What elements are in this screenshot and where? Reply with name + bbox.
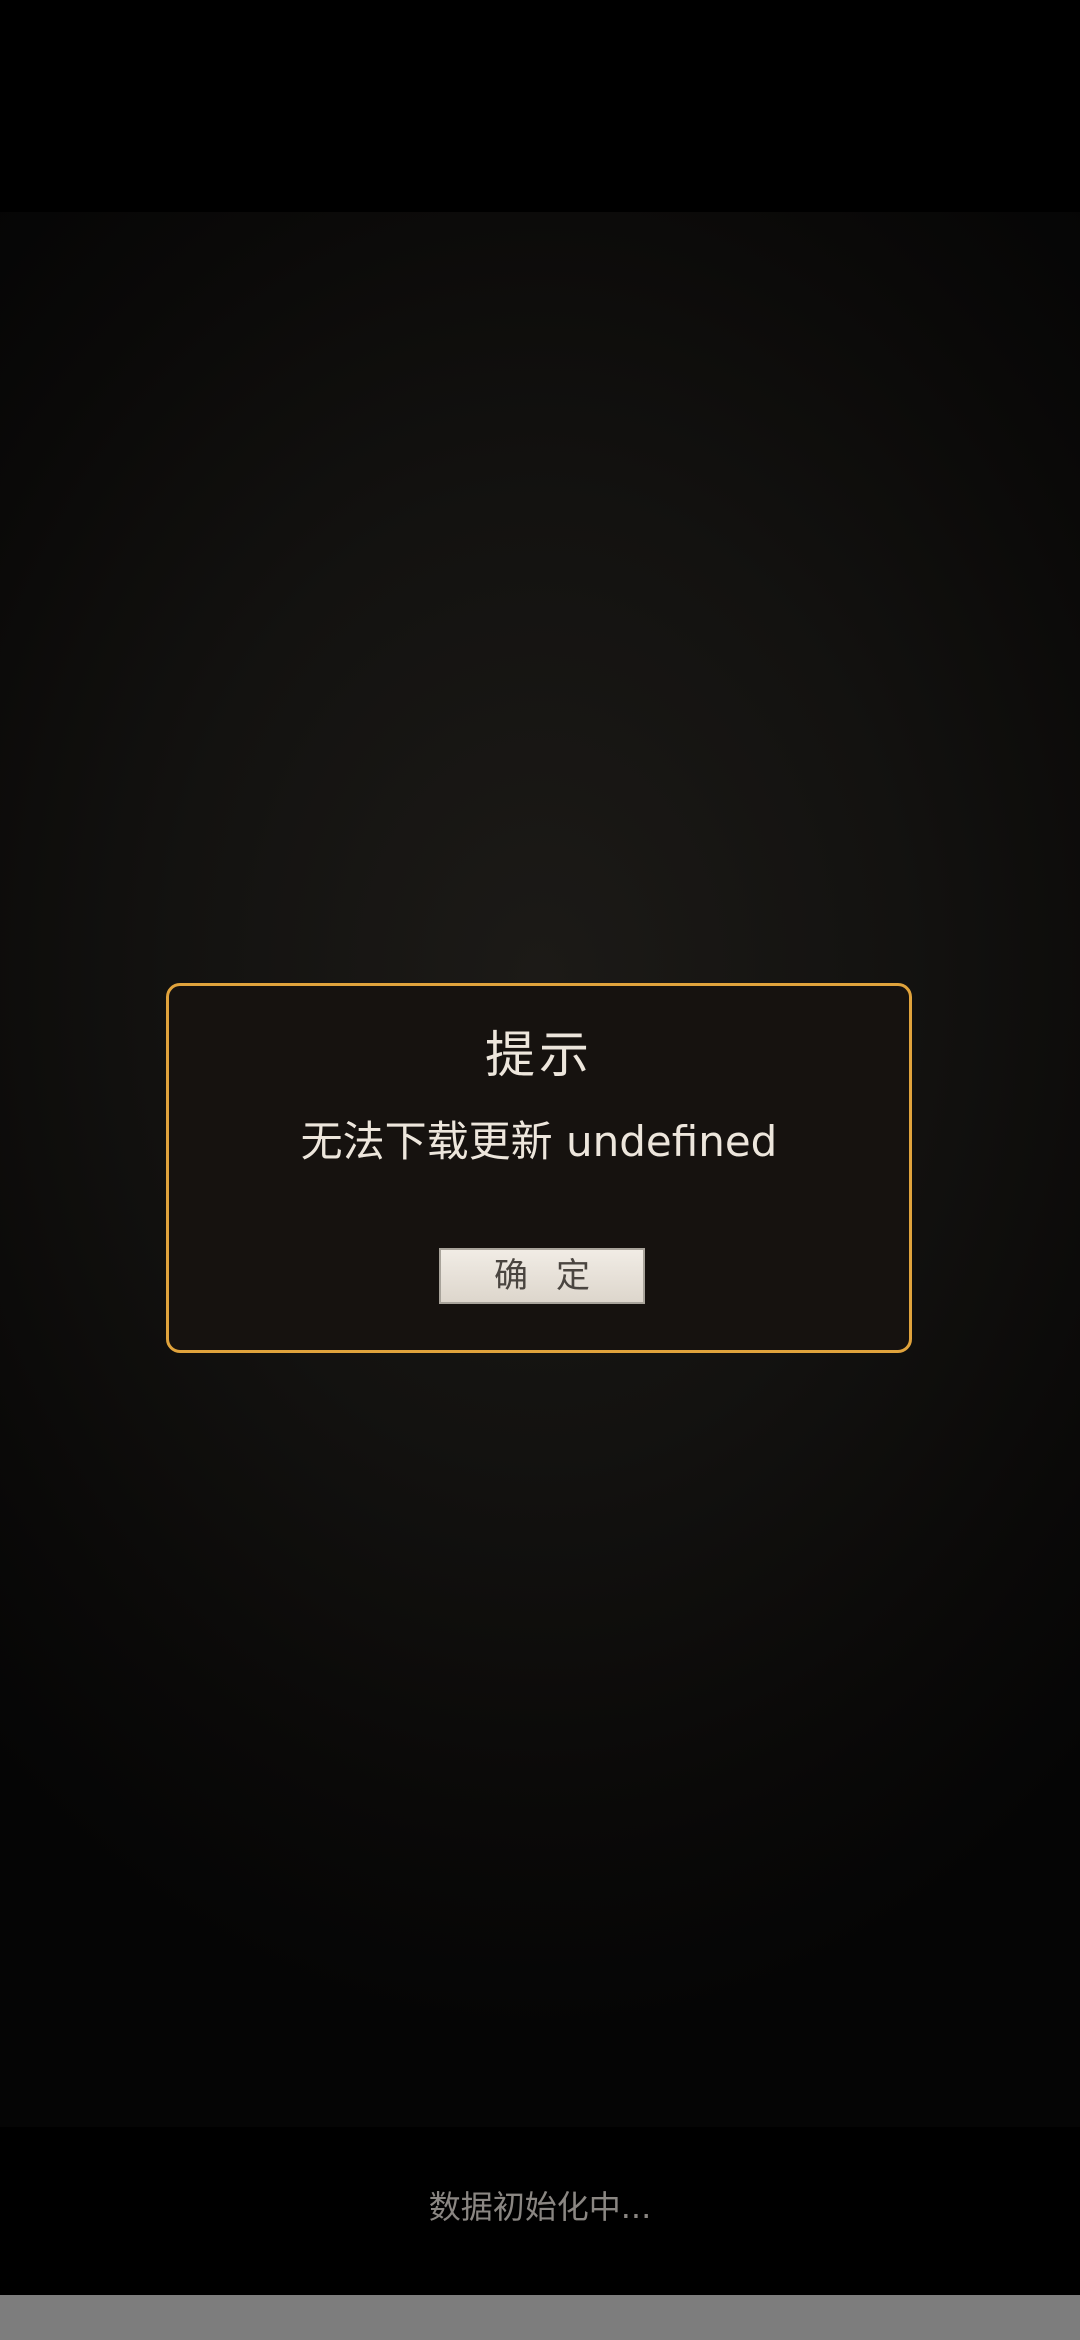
loading-status-text: 数据初始化中... (428, 2188, 652, 2226)
top-black-band (0, 0, 1080, 212)
dialog-message: 无法下载更新 undefined (300, 1117, 778, 1166)
loading-progress-bar (0, 2295, 1080, 2340)
alert-dialog: 提示 无法下载更新 undefined 确定 (166, 983, 912, 1353)
dialog-title: 提示 (485, 1026, 593, 1084)
confirm-button[interactable]: 确定 (439, 1248, 645, 1304)
